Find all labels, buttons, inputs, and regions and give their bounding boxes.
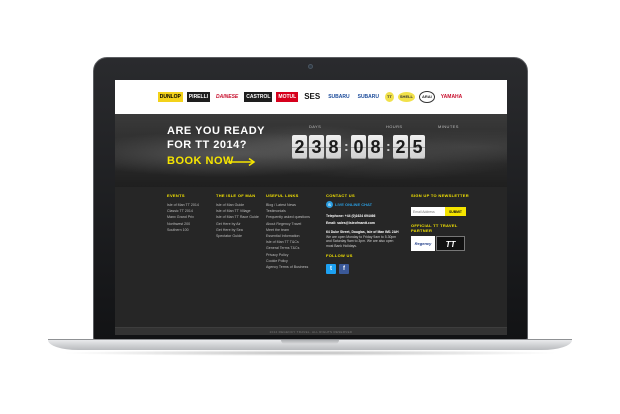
countdown-digit: 8 bbox=[368, 135, 383, 159]
regency-logo[interactable]: Regency bbox=[411, 236, 435, 251]
sponsor-logo[interactable]: DUNLOP bbox=[157, 92, 183, 102]
countdown-digit: 2 bbox=[292, 135, 307, 159]
newsletter-submit-button[interactable]: SUBMIT bbox=[445, 207, 466, 216]
countdown-digit: 0 bbox=[351, 135, 366, 159]
sponsor-bar: DUNLOP PIRELLI DAINESE CASTROL MOTUL SES… bbox=[115, 80, 507, 114]
useful-links-list: Blog / Latest News Testimonials Frequent… bbox=[266, 202, 310, 270]
camera-icon bbox=[308, 64, 313, 69]
countdown-separator: : bbox=[344, 138, 349, 154]
countdown-digit: 2 bbox=[393, 135, 408, 159]
site-footer: EVENTS Isle of Man TT 2014 Classic TT 20… bbox=[115, 187, 507, 327]
laptop-lid: DUNLOP PIRELLI DAINESE CASTROL MOTUL SES… bbox=[93, 57, 528, 340]
footer-link[interactable]: Frequently asked questions bbox=[266, 214, 310, 220]
arrow-right-icon[interactable] bbox=[228, 158, 256, 166]
footer-link[interactable]: Spectator Guide bbox=[216, 233, 259, 239]
footer-link[interactable]: Isle of Man TT Race Guide bbox=[216, 214, 259, 220]
contact-telephone[interactable]: Telephone: +44 (0)1624 694466 bbox=[326, 214, 375, 218]
sponsor-logo[interactable]: PIRELLI bbox=[186, 92, 211, 102]
countdown-label-minutes: MINUTES bbox=[438, 124, 459, 129]
sponsor-logo[interactable]: TT bbox=[385, 92, 394, 102]
sponsor-logo[interactable]: ARAI bbox=[419, 91, 435, 103]
twitter-icon[interactable]: t bbox=[326, 264, 336, 274]
contact-address: 64 Duke Street, Douglas, Isle of Man IM1… bbox=[326, 230, 399, 234]
sponsor-logo[interactable]: YAMAHA bbox=[439, 92, 464, 102]
countdown-label-hours: HOURS bbox=[386, 124, 403, 129]
laptop-base-notch bbox=[281, 340, 339, 344]
sponsor-logo[interactable]: MOTUL bbox=[276, 92, 299, 102]
isle-of-man-heading: THE ISLE OF MAN bbox=[216, 193, 256, 198]
newsletter-email-input[interactable] bbox=[411, 207, 445, 216]
events-list: Isle of Man TT 2014 Classic TT 2014 Manx… bbox=[167, 202, 199, 233]
sponsor-logo[interactable]: CASTROL bbox=[244, 92, 273, 102]
facebook-icon[interactable]: f bbox=[339, 264, 349, 274]
hero-heading-line1: ARE YOU READY bbox=[167, 125, 265, 137]
partner-heading-line2: PARTNER bbox=[411, 228, 433, 233]
laptop-base bbox=[48, 339, 572, 350]
countdown-label-days: DAYS bbox=[309, 124, 322, 129]
hero-heading-line2: FOR TT 2014? bbox=[167, 139, 247, 151]
useful-links-heading: USEFUL LINKS bbox=[266, 193, 299, 198]
newsletter-heading: SIGN UP TO NEWSLETTER bbox=[411, 193, 469, 198]
contact-hours-text: We are open Monday to Friday 9am to 5.30… bbox=[326, 235, 397, 248]
contact-hours: We are open Monday to Friday 9am to 5.30… bbox=[326, 235, 398, 248]
laptop-shadow bbox=[60, 350, 560, 356]
countdown-digit: 8 bbox=[326, 135, 341, 159]
sponsor-logo[interactable]: SUBARU bbox=[326, 92, 351, 102]
laptop-screen: DUNLOP PIRELLI DAINESE CASTROL MOTUL SES… bbox=[115, 80, 507, 335]
live-chat-label: LIVE ONLINE CHAT bbox=[335, 202, 373, 207]
follow-us-heading: FOLLOW US bbox=[326, 253, 353, 258]
countdown-digit: 3 bbox=[309, 135, 324, 159]
contact-heading: CONTACT US bbox=[326, 193, 355, 198]
footer-link[interactable]: Agency Terms of Business bbox=[266, 264, 310, 270]
countdown-digit: 5 bbox=[410, 135, 425, 159]
footer-link[interactable]: Southern 100 bbox=[167, 227, 199, 233]
hero-banner: ARE YOU READY FOR TT 2014? BOOK NOW DAYS… bbox=[115, 114, 507, 187]
live-chat-button[interactable]: S LIVE ONLINE CHAT bbox=[326, 200, 372, 209]
sponsor-logo[interactable]: SES bbox=[302, 92, 322, 102]
contact-email[interactable]: Email: sales@isleofmantt.com bbox=[326, 221, 375, 225]
copyright-text: 2014 REGENCY TRAVEL. ALL RIGHTS RESERVED bbox=[269, 330, 353, 334]
countdown-separator: : bbox=[386, 138, 391, 154]
sponsor-logo[interactable]: SUBARU bbox=[356, 92, 381, 102]
copyright-bar: 2014 REGENCY TRAVEL. ALL RIGHTS RESERVED bbox=[115, 327, 507, 335]
isle-of-man-list: Isle of Man Guide Isle of Man TT Village… bbox=[216, 202, 259, 239]
partner-logos: Regency TT bbox=[411, 236, 465, 251]
book-now-link[interactable]: BOOK NOW bbox=[167, 155, 234, 167]
skype-icon: S bbox=[326, 201, 333, 208]
sponsor-logo[interactable]: SHELL bbox=[397, 92, 416, 102]
contact-hours-text: Holidays. bbox=[342, 243, 357, 248]
sponsor-logo[interactable]: DAINESE bbox=[214, 92, 240, 102]
events-heading: EVENTS bbox=[167, 193, 185, 198]
tt-logo[interactable]: TT bbox=[436, 236, 465, 251]
